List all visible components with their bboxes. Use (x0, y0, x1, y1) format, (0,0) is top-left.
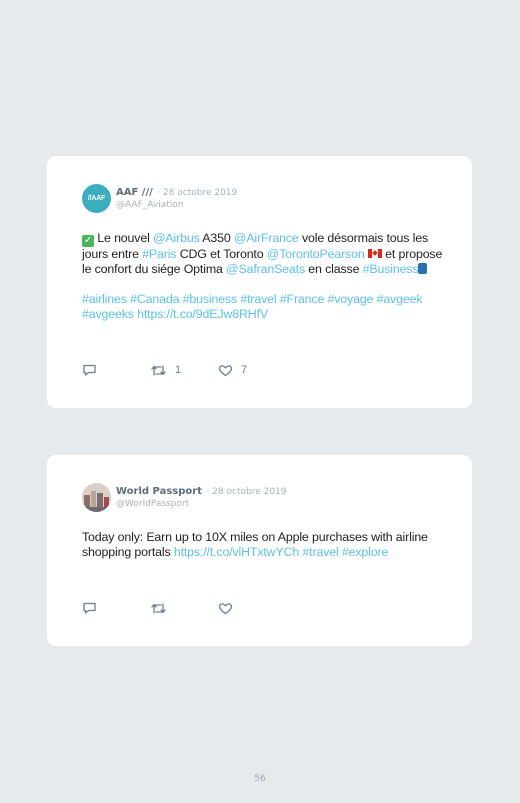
like-button[interactable]: 7 (218, 364, 247, 377)
check-mark-icon: ✓ (82, 235, 94, 247)
mention-link[interactable]: @Airbus (153, 231, 200, 245)
hashtag-link[interactable]: #Business (363, 262, 419, 276)
author-name[interactable]: World Passport (116, 486, 202, 497)
tweet-text-segment: Le nouvel (94, 231, 153, 245)
like-count: 7 (241, 364, 248, 376)
like-icon (218, 602, 233, 614)
retweet-icon (151, 364, 166, 376)
hashtag-link[interactable]: #travel (302, 545, 338, 559)
reply-button[interactable] (82, 363, 150, 377)
avatar-logo-text: //AAF (87, 195, 106, 202)
hashtag-link[interactable]: #explore (342, 545, 388, 559)
tweet-actions: 1 7 (82, 363, 247, 377)
retweet-button[interactable] (150, 602, 218, 615)
retweet-icon (151, 602, 166, 614)
tweet-actions (82, 601, 233, 615)
tweet-header: AAF /// · 28 octobre 2019 @AAF_Aviation (116, 185, 237, 211)
like-button[interactable] (218, 602, 233, 615)
tweet-date[interactable]: · 28 octobre 2019 (206, 487, 286, 497)
tweet-date[interactable]: · 28 octobre 2019 (157, 188, 237, 198)
tweet-text: Today only: Earn up to 10X miles on Appl… (82, 530, 452, 560)
tweet-text-segment: CDG et Toronto (176, 247, 267, 261)
avatar[interactable] (82, 483, 111, 512)
author-name[interactable]: AAF /// (116, 187, 153, 198)
tweet-card: //AAF AAF /// · 28 octobre 2019 @AAF_Avi… (47, 156, 472, 408)
tweet-text-segment: A350 (199, 231, 234, 245)
reply-icon (83, 602, 96, 614)
retweet-count: 1 (175, 364, 182, 376)
retweet-button[interactable]: 1 (150, 364, 218, 377)
hashtag-link[interactable]: #Paris (142, 247, 176, 261)
reply-button[interactable] (82, 601, 150, 615)
author-handle[interactable]: @AAF_Aviation (116, 199, 237, 211)
author-handle[interactable]: @WorldPassport (116, 498, 287, 510)
tweet-header: World Passport · 28 octobre 2019 @WorldP… (116, 484, 287, 510)
tweet-url[interactable]: https://t.co/vlHTxtwYCh (174, 545, 299, 559)
seat-icon (418, 263, 428, 274)
city-photo-icon (82, 483, 111, 512)
mention-link[interactable]: @TorontoPearson (267, 247, 365, 261)
mention-link[interactable]: @SafranSeats (226, 262, 305, 276)
page-number: 56 (254, 774, 266, 784)
like-icon (218, 364, 233, 376)
tweet-text-segment: en classe (305, 262, 363, 276)
mention-link[interactable]: @AirFrance (234, 231, 299, 245)
avatar[interactable]: //AAF (82, 184, 111, 213)
reply-icon (83, 364, 96, 376)
canada-flag-icon (367, 249, 382, 258)
tweet-card: World Passport · 28 octobre 2019 @WorldP… (47, 455, 472, 646)
tweet-text: ✓ Le nouvel @Airbus A350 @AirFrance vole… (82, 231, 452, 322)
tweet-url[interactable]: https://t.co/9dEJw8RHfV (137, 307, 268, 321)
